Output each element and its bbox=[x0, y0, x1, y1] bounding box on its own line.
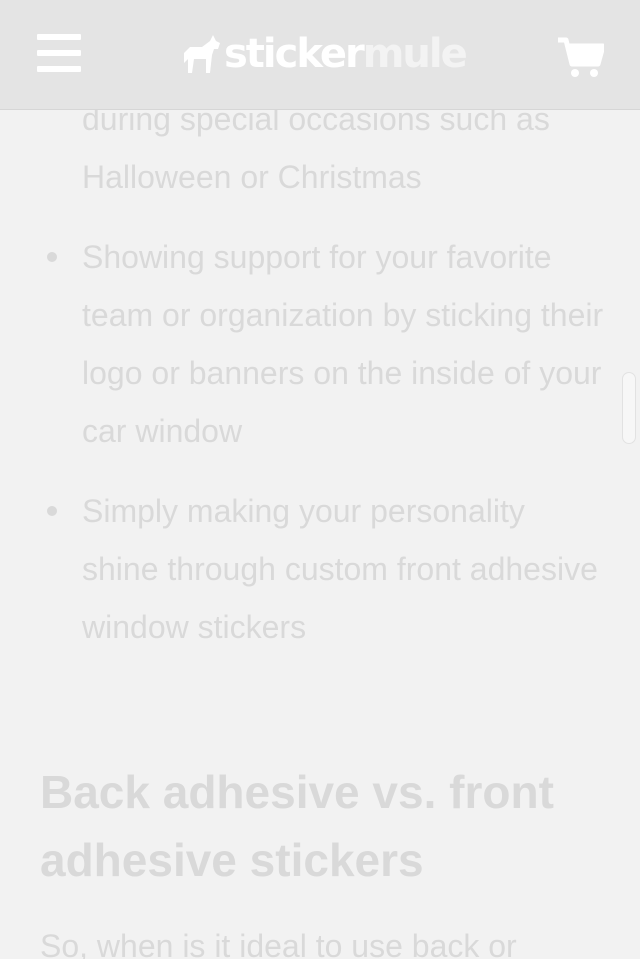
bullet-dot bbox=[47, 506, 57, 516]
mule-logo-icon bbox=[184, 35, 220, 73]
scrollbar-thumb[interactable] bbox=[622, 372, 636, 444]
list-item: Simply making your personality shine thr… bbox=[0, 482, 640, 656]
sticker-mule-logo[interactable]: stickermule bbox=[180, 26, 468, 82]
bullet-dot bbox=[47, 252, 57, 262]
list-item-text: Simply making your personality shine thr… bbox=[82, 493, 598, 645]
shopping-cart-icon[interactable] bbox=[558, 36, 604, 78]
logo-text-sticker: sticker bbox=[224, 31, 365, 77]
list-item-text: during special occasions such as Hallowe… bbox=[82, 101, 550, 195]
bullet-list: during special occasions such as Hallowe… bbox=[0, 90, 640, 678]
logo-wordmark: stickermule bbox=[224, 26, 468, 82]
page: during special occasions such as Hallowe… bbox=[0, 0, 640, 959]
top-nav-bar: stickermule bbox=[0, 0, 640, 110]
list-item: Showing support for your favorite team o… bbox=[0, 228, 640, 460]
body-paragraph: So, when is it ideal to use back or bbox=[40, 928, 517, 959]
list-item-text: Showing support for your favorite team o… bbox=[82, 239, 604, 449]
logo-text-mule: mule bbox=[362, 31, 468, 77]
section-heading: Back adhesive vs. front adhesive sticker… bbox=[40, 766, 554, 886]
hamburger-menu-icon[interactable] bbox=[37, 34, 81, 72]
